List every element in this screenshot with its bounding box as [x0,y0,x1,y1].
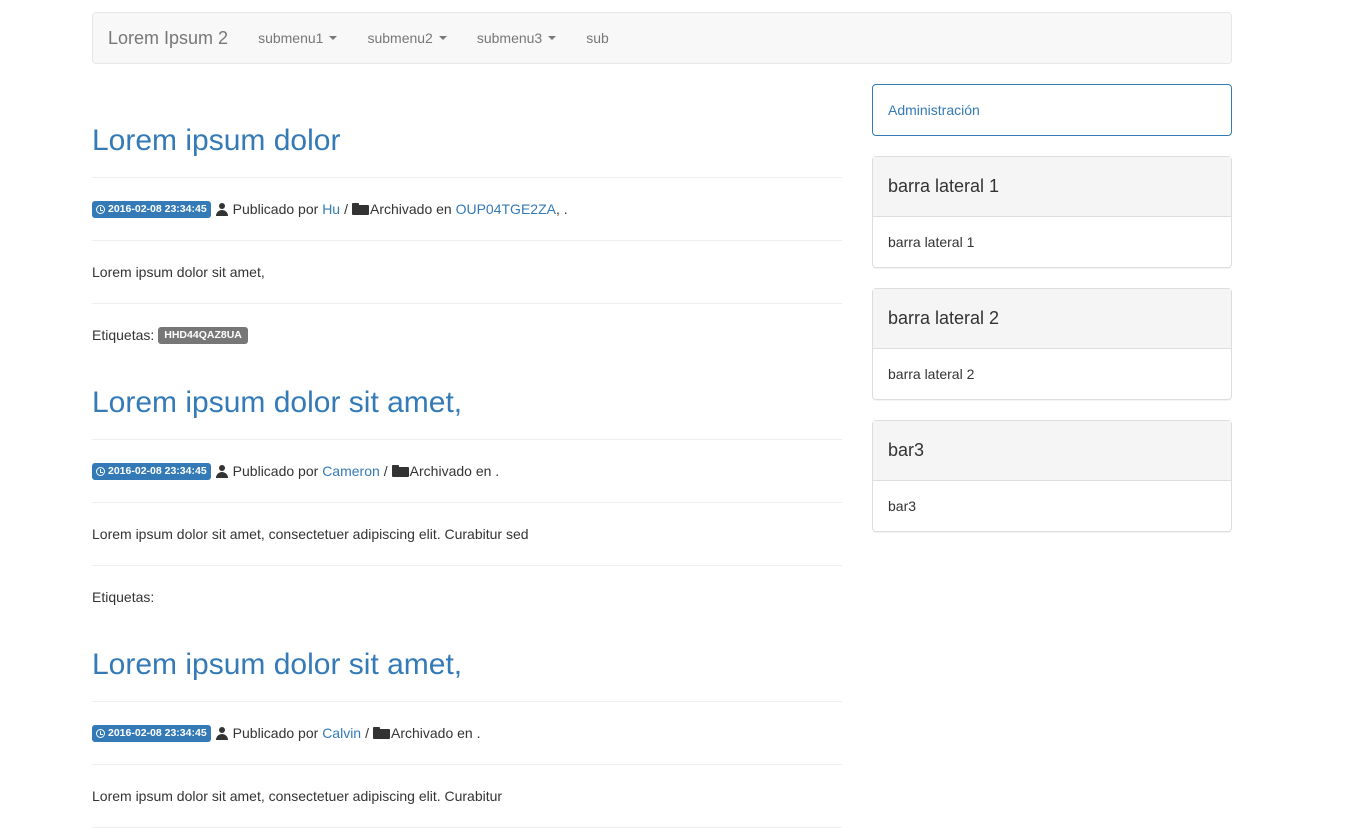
panel-body: bar3 [888,498,917,514]
post-meta: 2016-02-08 23:34:45 Publicado por Calvin… [92,702,842,764]
author-link[interactable]: Calvin [322,722,361,744]
folder-open-icon [391,465,409,477]
admin-link[interactable]: Administración [888,102,980,118]
admin-box: Administración [872,84,1232,136]
navbar-brand[interactable]: Lorem Ipsum 2 [93,13,243,63]
date-badge: 2016-02-08 23:34:45 [92,724,211,742]
post-excerpt: Lorem ipsum dolor sit amet, [92,264,265,280]
caret-down-icon [329,36,338,40]
panel-heading: barra lateral 1 [873,157,1231,217]
post-excerpt: Lorem ipsum dolor sit amet, consectetuer… [92,788,503,804]
post-tags: Etiquetas: [92,566,842,608]
nav-submenu2[interactable]: submenu2 [352,13,461,63]
published-by-label: Publicado por [232,725,319,741]
nav-sub-label: sub [586,30,609,46]
folder-open-icon [351,203,369,215]
top-navbar: Lorem Ipsum 2 submenu1 submenu2 submenu3… [92,12,1232,64]
filed-in-label: Archivado en [369,201,452,217]
date-badge: 2016-02-08 23:34:45 [92,200,211,218]
caret-down-icon [548,36,557,40]
post-date: 2016-02-08 23:34:45 [108,202,207,215]
nav-submenu1-label: submenu1 [258,30,324,46]
category-link[interactable]: OUP04TGE2ZA [456,198,556,220]
panel-heading: barra lateral 2 [873,289,1231,349]
clock-icon [96,466,105,476]
folder-open-icon [372,727,390,739]
nav-submenu1[interactable]: submenu1 [243,13,352,63]
user-icon [215,202,228,216]
post: Lorem ipsum dolor sit amet, 2016-02-08 2… [92,346,842,608]
caret-down-icon [438,36,447,40]
panel-heading: bar3 [873,421,1231,481]
clock-icon [96,728,105,738]
tag-badge[interactable]: HHD44QAZ8UA [158,326,248,344]
date-badge: 2016-02-08 23:34:45 [92,462,211,480]
post-title-link[interactable]: Lorem ipsum dolor sit amet, [92,648,462,681]
separator: / [365,725,369,741]
post-meta: 2016-02-08 23:34:45 Publicado por Camero… [92,440,842,502]
tags-label: Etiquetas: [92,589,155,605]
panel-body: barra lateral 1 [888,234,975,250]
sidebar-panel: bar3 bar3 [872,420,1232,532]
separator: / [344,201,348,217]
author-link[interactable]: Hu [322,198,340,220]
post-tags: Etiquetas: HHD44QAZ8UA [92,304,842,346]
post-list: Lorem ipsum dolor 2016-02-08 23:34:45 Pu… [92,84,842,828]
post: Lorem ipsum dolor 2016-02-08 23:34:45 Pu… [92,84,842,346]
sidebar-panel: barra lateral 2 barra lateral 2 [872,288,1232,400]
published-by-label: Publicado por [232,201,319,217]
category-suffix: , . [555,201,568,217]
post-title-link[interactable]: Lorem ipsum dolor [92,124,340,157]
user-icon [215,464,228,478]
filed-in-label: Archivado en . [390,725,481,741]
sidebar-panel: barra lateral 1 barra lateral 1 [872,156,1232,268]
tags-label: Etiquetas: [92,327,155,343]
clock-icon [96,204,105,214]
separator: / [383,463,388,479]
sidebar: Administración barra lateral 1 barra lat… [872,84,1232,552]
nav-submenu3-label: submenu3 [476,30,543,46]
nav-submenu3[interactable]: submenu3 [462,13,571,63]
post-meta: 2016-02-08 23:34:45 Publicado por Hu / A… [92,178,842,240]
post-date: 2016-02-08 23:34:45 [108,464,207,477]
published-by-label: Publicado por [232,463,319,479]
panel-body: barra lateral 2 [888,366,975,382]
post-excerpt: Lorem ipsum dolor sit amet, consectetuer… [92,526,529,542]
author-link[interactable]: Cameron [322,460,380,482]
filed-in-label: Archivado en . [409,463,500,479]
user-icon [215,726,228,740]
post-title-link[interactable]: Lorem ipsum dolor sit amet, [92,386,462,419]
post-date: 2016-02-08 23:34:45 [108,726,207,739]
nav-sub[interactable]: sub [571,13,624,63]
post: Lorem ipsum dolor sit amet, 2016-02-08 2… [92,608,842,828]
nav-submenu2-label: submenu2 [367,30,433,46]
